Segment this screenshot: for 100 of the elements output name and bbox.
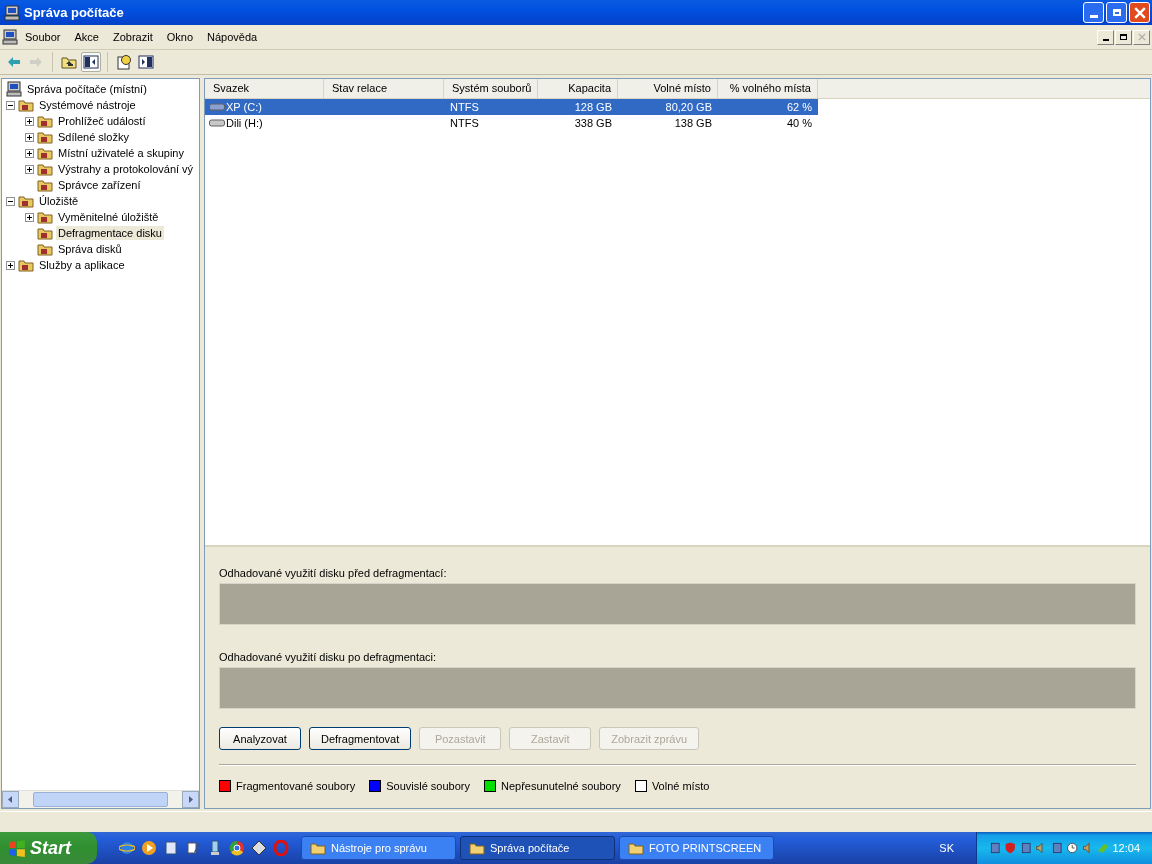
- menu-item[interactable]: Zobrazit: [105, 31, 160, 43]
- action-button[interactable]: Analyzovat: [219, 727, 301, 750]
- scroll-right-icon[interactable]: [182, 791, 199, 808]
- action-button[interactable]: Defragmentovat: [309, 727, 412, 750]
- menu-item[interactable]: Soubor: [18, 31, 68, 43]
- collapse-toggle[interactable]: [6, 196, 15, 206]
- column-header[interactable]: Stav relace: [324, 79, 444, 98]
- folder-up-icon: [61, 54, 77, 70]
- expand-toggle[interactable]: [25, 212, 34, 222]
- taskbar-button[interactable]: FOTO PRINTSCREEN: [619, 836, 774, 860]
- table-cell: NTFS: [450, 117, 479, 129]
- tree-item[interactable]: Správce zařízení: [56, 178, 143, 192]
- tree-item[interactable]: Defragmentace disku: [56, 226, 164, 240]
- folder-icon: [37, 113, 53, 129]
- legend-label: Volné místo: [651, 780, 710, 792]
- menu-item[interactable]: Okno: [159, 31, 200, 43]
- column-header[interactable]: Svazek: [205, 79, 324, 98]
- table-cell: 338 GB: [574, 117, 612, 129]
- drive-icon: [209, 119, 225, 127]
- start-button[interactable]: Start: [0, 832, 97, 864]
- folder-icon: [18, 257, 34, 273]
- usage-label: Odhadované využití disku po defragmentaci:: [219, 651, 438, 663]
- pen-icon[interactable]: [185, 840, 201, 856]
- column-header[interactable]: Kapacita: [538, 79, 618, 98]
- folder-icon: [37, 209, 53, 225]
- expand-toggle[interactable]: [25, 132, 34, 142]
- table-row[interactable]: XP (C:) NTFS 128 GB 80,20 GB 62 %: [205, 99, 818, 115]
- column-header[interactable]: % volného místa: [718, 79, 818, 98]
- legend-label: Nepřesunutelné soubory: [501, 780, 621, 792]
- tree-item[interactable]: Úložiště: [37, 194, 81, 208]
- folder-icon: [37, 177, 53, 193]
- arrow-icon: [28, 54, 44, 70]
- collapse-toggle[interactable]: [6, 100, 15, 110]
- pane-toggle-icon: [138, 54, 154, 70]
- computer-icon: [2, 29, 18, 45]
- windows-flag-icon: [8, 839, 26, 857]
- minimize-button[interactable]: [1097, 29, 1114, 45]
- tree-item[interactable]: Místní uživatelé a skupiny: [56, 146, 186, 160]
- close-icon: [1137, 33, 1146, 41]
- taskbar-button[interactable]: Nástroje pro správu: [301, 836, 456, 860]
- toolbar-button[interactable]: [81, 52, 101, 72]
- expand-toggle[interactable]: [25, 164, 34, 174]
- expand-toggle[interactable]: [25, 148, 34, 158]
- folder-icon: [37, 129, 53, 145]
- restore-button[interactable]: [1115, 29, 1132, 45]
- tree-item[interactable]: Vyměnitelné úložiště: [56, 210, 161, 224]
- folder-icon: [18, 97, 34, 113]
- table-cell: NTFS: [450, 101, 479, 113]
- drive-icon: [209, 103, 225, 111]
- close-button[interactable]: [1129, 2, 1150, 23]
- table-cell: 80,20 GB: [665, 101, 712, 113]
- circle-icon[interactable]: [229, 840, 245, 856]
- tree-item[interactable]: Výstrahy a protokolování vý: [56, 162, 196, 176]
- close-icon: [1133, 6, 1146, 19]
- tree-item[interactable]: Správa počítače (místní): [25, 82, 149, 96]
- expand-toggle[interactable]: [6, 260, 15, 270]
- clock-icon[interactable]: [1066, 841, 1079, 855]
- column-header[interactable]: Volné místo: [618, 79, 718, 98]
- tree-item[interactable]: Systémové nástroje: [37, 98, 138, 112]
- window-title: Správa počítače: [24, 5, 124, 20]
- language-indicator[interactable]: SK: [939, 842, 954, 854]
- clock: 12:04: [1112, 842, 1141, 854]
- horizontal-scrollbar[interactable]: [2, 790, 199, 808]
- table-row[interactable]: Dili (H:) NTFS 338 GB 138 GB 40 %: [205, 115, 818, 131]
- pane-toggle-icon: [83, 54, 99, 70]
- folder-icon: [37, 145, 53, 161]
- shield-icon[interactable]: [1004, 841, 1017, 855]
- volume-name: XP (C:): [225, 100, 263, 115]
- tree-item[interactable]: Sdílené složky: [56, 130, 131, 144]
- toolbar-button[interactable]: [136, 52, 156, 72]
- table-cell: 128 GB: [574, 101, 612, 113]
- legend-label: Fragmentované soubory: [236, 780, 356, 792]
- computer-icon: [4, 4, 20, 21]
- scroll-left-icon[interactable]: [2, 791, 19, 808]
- taskbar-button[interactable]: Správa počítače: [460, 836, 615, 860]
- device-icon[interactable]: [1050, 841, 1064, 855]
- table-cell: 138 GB: [674, 117, 712, 129]
- help-icon: [116, 54, 132, 70]
- folder-icon: [18, 193, 34, 209]
- folder-icon: [37, 225, 53, 241]
- menu-item[interactable]: Akce: [67, 31, 106, 43]
- expand-toggle[interactable]: [25, 116, 34, 126]
- menu-item[interactable]: Nápověda: [200, 31, 265, 43]
- tree-item[interactable]: Služby a aplikace: [37, 258, 127, 272]
- folder-icon: [469, 840, 485, 856]
- computer-icon: [6, 81, 22, 97]
- play-icon[interactable]: [141, 840, 157, 856]
- folder-icon: [37, 161, 53, 177]
- table-cell: 40 %: [786, 117, 812, 129]
- tree-item[interactable]: Prohlížeč událostí: [56, 114, 148, 128]
- toolbar-button[interactable]: [114, 52, 134, 72]
- folder-icon: [37, 241, 53, 257]
- usage-label: Odhadované využití disku před defragmentací:: [219, 567, 448, 579]
- tree-item[interactable]: Správa disků: [56, 242, 124, 256]
- column-header[interactable]: Systém souborů: [444, 79, 538, 98]
- legend-label: Souvislé soubory: [386, 780, 470, 792]
- notepad-icon[interactable]: [163, 840, 179, 856]
- globe-icon[interactable]: [119, 840, 135, 856]
- folder-icon: [310, 840, 326, 856]
- close-button[interactable]: [1133, 29, 1150, 45]
